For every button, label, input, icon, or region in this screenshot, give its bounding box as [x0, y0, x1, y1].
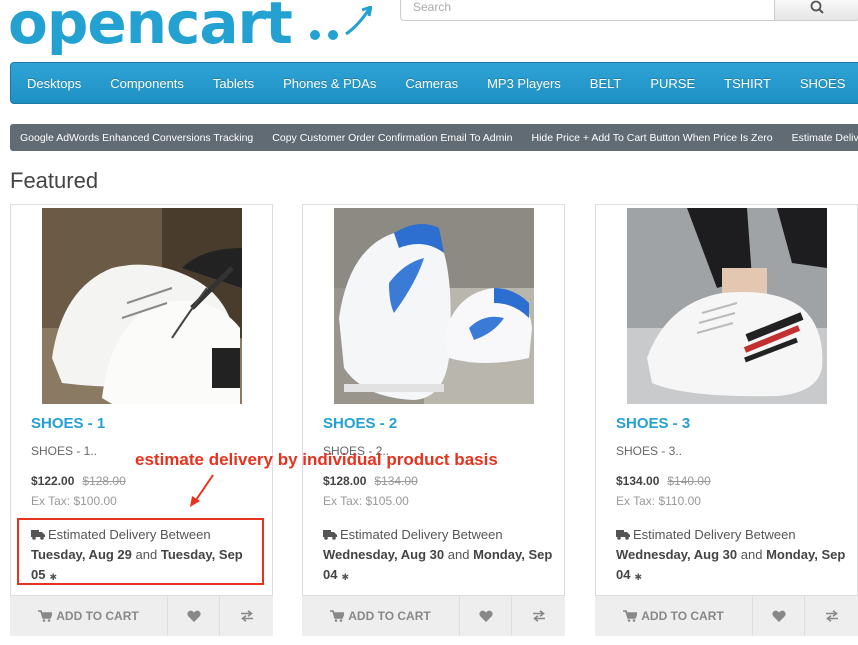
product-price: $122.00 $128.00: [31, 474, 126, 488]
menu-item-cameras[interactable]: Cameras: [405, 76, 458, 91]
asterisk-icon: ✱: [341, 572, 350, 582]
product-price: $128.00 $134.00: [323, 474, 418, 488]
extension-link[interactable]: Copy Customer Order Confirmation Email T…: [272, 132, 512, 144]
annotation-label: estimate delivery by individual product …: [135, 450, 498, 469]
exchange-icon: [825, 610, 838, 622]
menu-item-tshirt[interactable]: TSHIRT: [724, 76, 771, 91]
add-to-cart-label: ADD TO CART: [348, 609, 431, 623]
heart-icon: [186, 610, 201, 622]
price-ex-tax: Ex Tax: $100.00: [31, 494, 117, 508]
product-title-link[interactable]: SHOES - 1: [31, 415, 105, 432]
delivery-intro: Estimated Delivery Between: [633, 527, 796, 542]
price-new: $122.00: [31, 474, 75, 488]
annotation-highlight-box: [17, 518, 264, 585]
price-ex-tax: Ex Tax: $110.00: [616, 494, 701, 508]
price-ex-tax: Ex Tax: $105.00: [323, 494, 409, 508]
price-new: $128.00: [323, 474, 367, 488]
menu-item-belt[interactable]: BELT: [590, 76, 622, 91]
truck-icon: [323, 530, 337, 540]
shopping-cart-icon: [330, 610, 345, 622]
asterisk-icon: ✱: [634, 572, 643, 582]
price-old: $128.00: [82, 474, 126, 488]
delivery-and: and: [740, 547, 763, 562]
add-to-wishlist-button[interactable]: [168, 596, 220, 636]
delivery-start-date: Wednesday, Aug 30: [616, 547, 738, 562]
add-to-cart-label: ADD TO CART: [641, 609, 724, 623]
search-input[interactable]: [400, 0, 774, 21]
menu-item-tablets[interactable]: Tablets: [213, 76, 254, 91]
add-to-cart-button[interactable]: ADD TO CART: [595, 596, 753, 636]
menu-item-components[interactable]: Components: [110, 76, 184, 91]
product-image[interactable]: [41, 208, 242, 404]
logo-text: opencart: [8, 0, 293, 57]
add-to-cart-label: ADD TO CART: [56, 609, 139, 623]
product-actions: ADD TO CART: [10, 595, 273, 636]
delivery-and: and: [447, 547, 470, 562]
menu-item-phones-pdas[interactable]: Phones & PDAs: [283, 76, 376, 91]
menu-item-shoes[interactable]: SHOES: [800, 76, 846, 91]
opencart-logo[interactable]: opencart: [8, 0, 372, 52]
compare-button[interactable]: [220, 596, 273, 636]
add-to-wishlist-button[interactable]: [753, 596, 805, 636]
extension-link[interactable]: Hide Price + Add To Cart Button When Pri…: [532, 132, 773, 144]
add-to-cart-button[interactable]: ADD TO CART: [302, 596, 460, 636]
compare-button[interactable]: [512, 596, 565, 636]
product-title-link[interactable]: SHOES - 2: [323, 415, 397, 432]
delivery-start-date: Wednesday, Aug 30: [323, 547, 445, 562]
shopping-cart-icon: [38, 610, 53, 622]
add-to-wishlist-button[interactable]: [460, 596, 512, 636]
logo-cart-mark: [309, 6, 372, 40]
search-button[interactable]: [774, 0, 858, 21]
annotation-arrow-icon: [190, 474, 214, 507]
price-old: $140.00: [667, 474, 711, 488]
price-old: $134.00: [374, 474, 418, 488]
product-actions: ADD TO CART: [302, 595, 565, 636]
price-new: $134.00: [616, 474, 660, 488]
compare-button[interactable]: [805, 596, 858, 636]
estimated-delivery: Estimated Delivery Between Wednesday, Au…: [616, 525, 846, 587]
extension-link[interactable]: Estimate Delivery: [792, 132, 858, 144]
estimated-delivery: Estimated Delivery Between Wednesday, Au…: [323, 525, 553, 587]
exchange-icon: [240, 610, 253, 622]
product-image[interactable]: [333, 208, 534, 404]
menu-item-purse[interactable]: PURSE: [650, 76, 695, 91]
product-card: SHOES - 2 SHOES - 2.. $128.00 $134.00 Ex …: [302, 204, 565, 636]
exchange-icon: [532, 610, 545, 622]
product-description: SHOES - 3..: [616, 444, 683, 458]
main-menu: Desktops Components Tablets Phones & PDA…: [10, 62, 858, 104]
extensions-bar: Google AdWords Enhanced Conversions Trac…: [10, 124, 858, 151]
shopping-cart-icon: [623, 610, 638, 622]
product-actions: ADD TO CART: [595, 595, 858, 636]
heart-icon: [771, 610, 786, 622]
search-icon: [810, 0, 824, 14]
section-title: Featured: [10, 168, 99, 193]
delivery-intro: Estimated Delivery Between: [340, 527, 503, 542]
menu-item-mp3-players[interactable]: MP3 Players: [487, 76, 561, 91]
product-image[interactable]: [626, 208, 827, 404]
search-bar: [400, 0, 858, 21]
add-to-cart-button[interactable]: ADD TO CART: [10, 596, 168, 636]
product-card: SHOES - 3 SHOES - 3.. $134.00 $140.00 Ex …: [595, 204, 858, 636]
extension-link[interactable]: Google AdWords Enhanced Conversions Trac…: [20, 132, 253, 144]
heart-icon: [478, 610, 493, 622]
product-price: $134.00 $140.00: [616, 474, 711, 488]
truck-icon: [616, 530, 630, 540]
menu-item-desktops[interactable]: Desktops: [27, 76, 81, 91]
product-description: SHOES - 1..: [31, 444, 98, 458]
product-title-link[interactable]: SHOES - 3: [616, 415, 690, 432]
